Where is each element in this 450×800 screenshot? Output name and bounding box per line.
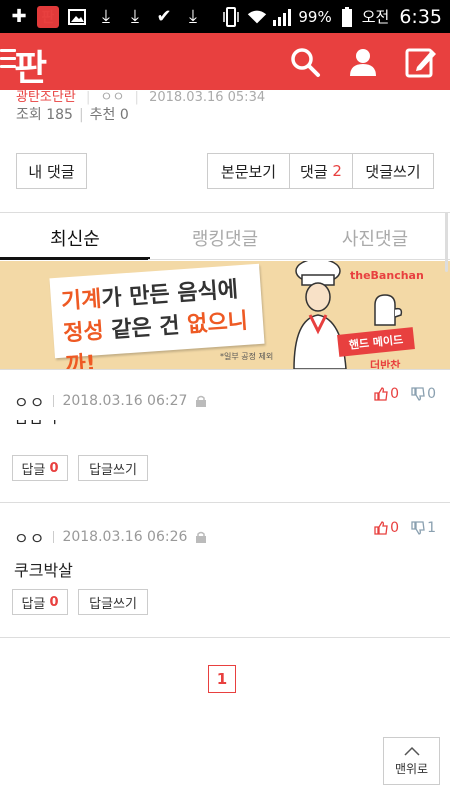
comment-votes: 0 1 — [374, 520, 436, 536]
chevron-up-icon — [403, 746, 420, 756]
download-icon: ⤓ — [131, 6, 139, 27]
wifi-icon — [246, 6, 268, 28]
thumbs-up-icon — [374, 387, 388, 401]
scrollbar[interactable] — [445, 212, 448, 272]
check-icon: ✔ — [156, 6, 172, 27]
reply-count: 0 — [49, 460, 59, 476]
comment-date: 2018.03.16 06:27 — [62, 393, 188, 409]
my-comments-button[interactable]: 내 댓글 — [16, 153, 87, 189]
download-icon: ⤓ — [102, 6, 110, 27]
upvote-count: 0 — [390, 386, 400, 402]
ad-headline: 기계가 만든 음식에 정성 같은 건 없으니까! — [49, 263, 265, 369]
ad-text-sincerity: 정성 — [62, 318, 105, 347]
comments-label: 댓글 — [300, 162, 328, 181]
profile-icon[interactable] — [346, 45, 380, 79]
reply-count: 0 — [49, 594, 59, 610]
signal-icon — [272, 6, 294, 28]
recommend-count: 추천 0 — [89, 107, 129, 123]
phone-vibrate-icon — [220, 6, 242, 28]
app-notification-icon: 판 — [37, 5, 59, 28]
thumbs-down-icon — [411, 521, 425, 535]
ad-footnote: *일부 공정 제외 — [220, 352, 274, 361]
view-post-button[interactable]: 본문보기 — [208, 154, 290, 188]
ad-subtext: 더반찬 — [370, 359, 401, 369]
write-reply-button[interactable]: 답글쓰기 — [78, 455, 148, 481]
upvote-button[interactable]: 0 — [374, 520, 399, 536]
page-number-current[interactable]: 1 — [208, 665, 236, 693]
search-icon[interactable] — [288, 45, 322, 79]
comment-body: ㅂㅁㄱ — [14, 420, 59, 430]
write-icon[interactable] — [404, 45, 438, 79]
notification-icons: ✚ 판 ⤓ ⤓ ✔ ⤓ — [8, 5, 204, 28]
battery-icon — [336, 6, 358, 28]
upvote-button[interactable]: 0 — [374, 386, 399, 402]
comments-count: 2 — [332, 162, 342, 180]
comment-votes: 0 0 — [374, 386, 436, 402]
post-nickname: ㅇㅇ — [100, 90, 125, 105]
downvote-count: 1 — [427, 520, 436, 536]
thumbs-down-icon — [411, 387, 425, 401]
comments-button[interactable]: 댓글 2 — [290, 154, 353, 188]
status-bar: ✚ 판 ⤓ ⤓ ✔ ⤓ 99% 오전 6:35 — [0, 0, 450, 33]
app-bar-actions — [288, 45, 438, 79]
comment-tabs: 최신순 랭킹댓글 사진댓글 — [0, 216, 450, 260]
system-indicators: 99% 오전 6:35 — [220, 6, 442, 28]
comment-date: 2018.03.16 06:26 — [62, 529, 188, 545]
downvote-button[interactable]: 0 — [411, 386, 436, 402]
logo[interactable]: 판 — [14, 39, 47, 91]
reply-label: 답글 — [21, 462, 46, 478]
ad-text-like: 같은 건 — [102, 312, 189, 344]
ad-brand: theBanchan — [350, 269, 424, 282]
ad-text-machine: 기계 — [60, 286, 103, 315]
tab-photo[interactable]: 사진댓글 — [300, 216, 450, 260]
reply-button[interactable]: 답글 0 — [12, 589, 68, 615]
upvote-count: 0 — [390, 520, 400, 536]
add-icon: ✚ — [11, 6, 27, 27]
tab-ranking[interactable]: 랭킹댓글 — [150, 216, 300, 260]
scroll-top-button[interactable]: 맨위로 — [383, 737, 440, 785]
comment-header: ㅇㅇ 2018.03.16 06:26 — [14, 525, 207, 549]
post-meta: 광탄조단란 | ㅇㅇ | 2018.03.16 05:34 — [16, 90, 266, 105]
lock-icon — [196, 395, 207, 407]
image-icon — [66, 6, 88, 28]
section-divider — [0, 212, 450, 213]
view-count: 조회 185 — [16, 107, 73, 123]
scroll-top-label: 맨위로 — [394, 761, 429, 776]
time-period: 오전 — [361, 8, 390, 26]
download-icon: ⤓ — [189, 6, 197, 27]
post-stats: 조회 185 | 추천 0 — [16, 107, 129, 123]
comment-nickname: ㅇㅇ — [14, 393, 46, 412]
downvote-count: 0 — [427, 386, 436, 402]
comment-actions: 본문보기 댓글 2 댓글쓰기 — [207, 153, 434, 189]
clock: 6:35 — [399, 5, 442, 28]
oven-mitt-icon — [374, 294, 403, 326]
tab-latest[interactable]: 최신순 — [0, 216, 150, 260]
comment-item: ㅇㅇ 2018.03.16 06:26 0 1 쿠크박살 답글 0 답글쓰기 — [0, 503, 450, 633]
reply-label: 답글 — [21, 596, 46, 612]
app-bar: 판 — [0, 33, 450, 90]
write-comment-button[interactable]: 댓글쓰기 — [353, 154, 433, 188]
comment-nickname: ㅇㅇ — [14, 529, 46, 548]
write-reply-button[interactable]: 답글쓰기 — [78, 589, 148, 615]
post-author: 광탄조단란 — [16, 90, 76, 105]
comment-divider — [0, 637, 450, 638]
comment-header: ㅇㅇ 2018.03.16 06:27 — [14, 389, 207, 413]
comment-body: 쿠크박살 — [14, 561, 73, 580]
post-date: 2018.03.16 05:34 — [149, 90, 266, 105]
ad-banner[interactable]: 기계가 만든 음식에 정성 같은 건 없으니까! *일부 공정 제외 theBa… — [0, 261, 450, 369]
thumbs-up-icon — [374, 521, 388, 535]
tabs-underline — [148, 259, 450, 260]
battery-percent: 99% — [298, 7, 332, 26]
comment-item: ㅇㅇ 2018.03.16 06:27 0 0 ㅂㅁㄱ 답글 0 답글쓰기 — [0, 370, 450, 500]
downvote-button[interactable]: 1 — [411, 520, 436, 536]
reply-button[interactable]: 답글 0 — [12, 455, 68, 481]
lock-icon — [196, 531, 207, 543]
